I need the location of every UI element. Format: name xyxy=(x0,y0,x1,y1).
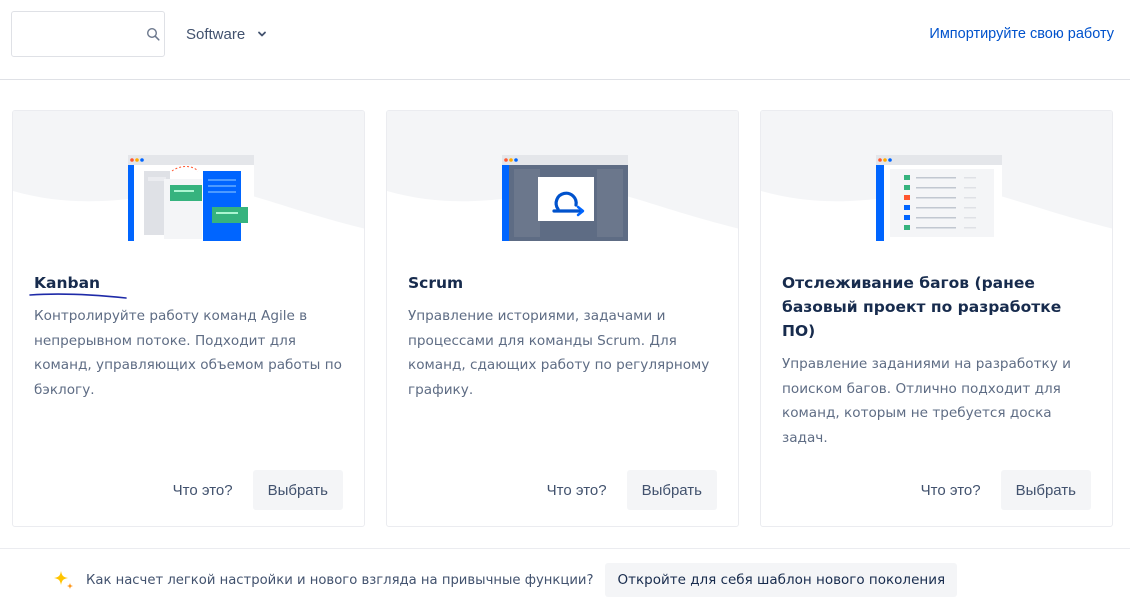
card-title: Scrum xyxy=(408,274,464,292)
what-is-this-link[interactable]: Что это? xyxy=(173,482,233,499)
kanban-illustration-icon xyxy=(128,155,254,241)
select-button[interactable]: Выбрать xyxy=(252,470,343,510)
top-bar: Software Импортируйте свою работу xyxy=(0,0,1130,80)
card-description: Контролируйте работу команд Agile в непр… xyxy=(34,308,342,398)
card-actions: Что это? Выбрать xyxy=(921,470,1091,510)
chevron-down-icon xyxy=(258,31,267,37)
import-work-link[interactable]: Импортируйте свою работу xyxy=(929,26,1114,42)
card-actions: Что это? Выбрать xyxy=(173,470,343,510)
scrum-illustration-icon xyxy=(502,155,628,241)
category-select-label: Software xyxy=(186,25,246,43)
discover-template-button[interactable]: Откройте для себя шаблон нового поколени… xyxy=(605,563,958,597)
select-button[interactable]: Выбрать xyxy=(1000,470,1091,510)
handwritten-underline xyxy=(29,293,127,299)
promo-banner: Как насчет легкой настройки и нового взг… xyxy=(52,563,958,597)
what-is-this-link[interactable]: Что это? xyxy=(547,482,607,499)
card-description: Управление заданиями на разработку и пои… xyxy=(782,356,1071,446)
card-actions: Что это? Выбрать xyxy=(547,470,717,510)
what-is-this-link[interactable]: Что это? xyxy=(921,482,981,499)
category-select[interactable]: Software xyxy=(186,23,267,45)
project-template-card-scrum[interactable]: Scrum Управление историями, задачами и п… xyxy=(386,110,739,527)
project-template-card-bug-tracking[interactable]: Отслеживание багов (ранее базовый проект… xyxy=(760,110,1113,527)
card-hero xyxy=(761,111,1112,256)
bottom-divider xyxy=(0,548,1130,549)
project-template-card-kanban[interactable]: Kanban Контролируйте работу команд Agile… xyxy=(12,110,365,527)
sparkle-icon xyxy=(54,571,73,589)
card-hero xyxy=(13,111,364,256)
card-title: Отслеживание багов (ранее базовый проект… xyxy=(782,274,1062,340)
search-box[interactable] xyxy=(11,11,165,57)
bug-tracking-illustration-icon xyxy=(876,155,1002,241)
select-button[interactable]: Выбрать xyxy=(626,470,717,510)
card-description: Управление историями, задачами и процесс… xyxy=(408,308,710,398)
search-input[interactable] xyxy=(20,20,130,48)
search-icon[interactable] xyxy=(146,27,160,41)
promo-text: Как насчет легкой настройки и нового взг… xyxy=(86,572,594,588)
card-hero xyxy=(387,111,738,256)
